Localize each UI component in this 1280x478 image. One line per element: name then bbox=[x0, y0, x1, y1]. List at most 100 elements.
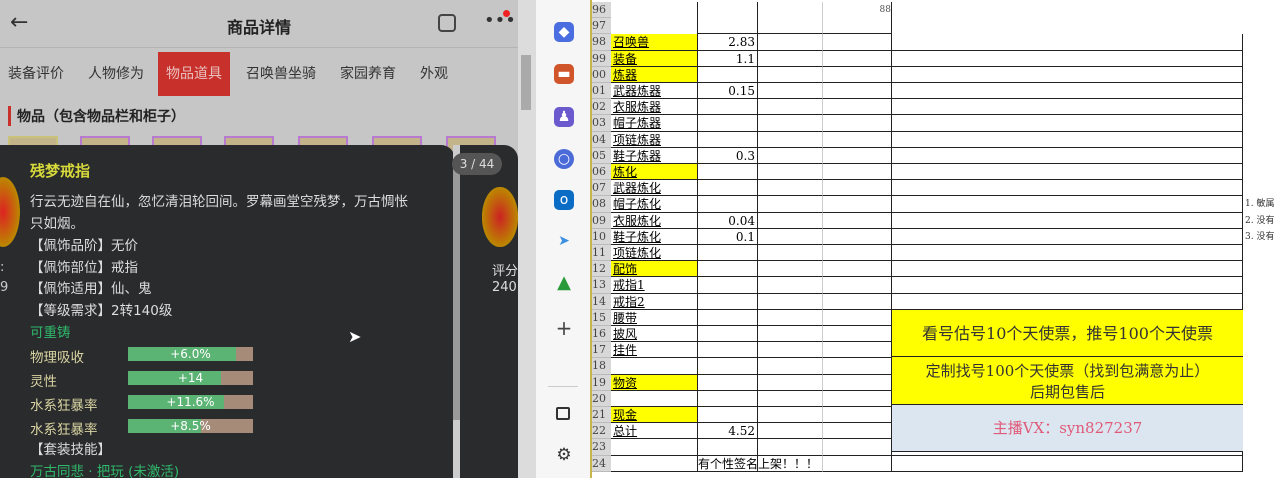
row-header[interactable]: 05 bbox=[592, 147, 611, 164]
row-header[interactable]: 16 bbox=[592, 326, 611, 343]
outlook-icon[interactable]: o bbox=[554, 190, 574, 210]
people-icon[interactable]: ♟ bbox=[554, 107, 574, 127]
cell-value[interactable]: 有个性签名上架！！！ bbox=[697, 455, 818, 472]
cell-label[interactable]: 挂件 bbox=[611, 342, 697, 359]
cell[interactable] bbox=[822, 83, 892, 100]
cell[interactable] bbox=[757, 99, 822, 116]
cell[interactable] bbox=[822, 277, 892, 294]
cell-value[interactable] bbox=[697, 261, 757, 278]
cell[interactable] bbox=[822, 439, 892, 456]
cell-value[interactable]: 0.3 bbox=[697, 147, 757, 164]
cell[interactable] bbox=[757, 374, 822, 391]
cell[interactable] bbox=[892, 277, 1243, 294]
plus-icon[interactable]: + bbox=[554, 318, 574, 338]
cell[interactable] bbox=[822, 212, 892, 229]
cell-label[interactable]: 炼器 bbox=[611, 66, 697, 83]
cell[interactable] bbox=[757, 196, 822, 213]
cell[interactable] bbox=[822, 293, 892, 310]
cell[interactable] bbox=[757, 407, 822, 424]
row-header[interactable]: 14 bbox=[592, 293, 611, 310]
cell[interactable] bbox=[822, 455, 892, 472]
row-header[interactable]: 23 bbox=[592, 439, 611, 456]
cell-value[interactable] bbox=[697, 342, 757, 359]
send-icon[interactable]: ➤ bbox=[554, 231, 574, 251]
spreadsheet[interactable]: 96 88 97 98 召唤兽 2.83 99 装备 1.1 00 炼器 01 武… bbox=[592, 0, 1280, 478]
tab-items[interactable]: 物品道具 bbox=[158, 52, 230, 96]
cell[interactable] bbox=[757, 212, 822, 229]
scrollbar-thumb[interactable] bbox=[521, 55, 531, 110]
cell-label[interactable] bbox=[611, 391, 697, 407]
cell[interactable] bbox=[757, 147, 822, 164]
cell-value[interactable] bbox=[697, 358, 757, 375]
cell[interactable] bbox=[822, 358, 892, 375]
row-header[interactable]: 06 bbox=[592, 164, 611, 181]
cell-value[interactable] bbox=[697, 180, 757, 197]
row-header[interactable]: 24 bbox=[592, 455, 611, 472]
cell[interactable] bbox=[822, 131, 892, 148]
cell[interactable] bbox=[757, 277, 822, 294]
cell[interactable] bbox=[757, 83, 822, 100]
row-header[interactable]: 15 bbox=[592, 309, 611, 326]
row-header[interactable]: 07 bbox=[592, 180, 611, 197]
cell-label[interactable]: 戒指2 bbox=[611, 294, 697, 310]
page-scrollbar[interactable] bbox=[518, 0, 536, 478]
row-header[interactable]: 13 bbox=[592, 277, 611, 294]
tag-icon[interactable]: ◆ bbox=[554, 22, 574, 42]
cell[interactable] bbox=[892, 131, 1243, 148]
cell-value[interactable] bbox=[697, 277, 757, 294]
row-header[interactable]: 08 bbox=[592, 196, 611, 213]
cell[interactable] bbox=[892, 228, 1243, 245]
cell[interactable] bbox=[757, 293, 822, 310]
cell[interactable] bbox=[757, 358, 822, 375]
cell[interactable] bbox=[757, 390, 822, 407]
cell[interactable] bbox=[822, 196, 892, 213]
cell[interactable] bbox=[822, 245, 892, 262]
cell[interactable] bbox=[822, 147, 892, 164]
share-icon[interactable] bbox=[438, 14, 456, 32]
cell-label[interactable]: 项链炼器 bbox=[611, 132, 697, 148]
row-header[interactable]: 20 bbox=[592, 390, 611, 407]
cell-value[interactable] bbox=[697, 245, 757, 262]
cell[interactable] bbox=[822, 66, 892, 83]
cell[interactable] bbox=[822, 390, 892, 407]
cell-label[interactable] bbox=[611, 18, 697, 34]
row-header[interactable]: 19 bbox=[592, 374, 611, 391]
cell-value[interactable] bbox=[697, 326, 757, 343]
cell-value[interactable] bbox=[697, 66, 757, 83]
cell-value[interactable]: 0.1 bbox=[697, 228, 757, 245]
cell[interactable] bbox=[892, 50, 1243, 67]
tab-summons-mounts[interactable]: 召唤兽坐骑 bbox=[238, 52, 324, 96]
row-header[interactable]: 04 bbox=[592, 131, 611, 148]
cell-label[interactable]: 披风 bbox=[611, 326, 697, 343]
cell[interactable] bbox=[892, 261, 1243, 278]
cell[interactable] bbox=[822, 342, 892, 359]
cell-value[interactable] bbox=[697, 115, 757, 132]
cell[interactable] bbox=[757, 423, 822, 440]
settings-icon[interactable]: ⚙ bbox=[554, 445, 574, 465]
row-header[interactable]: 17 bbox=[592, 342, 611, 359]
cell[interactable] bbox=[757, 342, 822, 359]
cell[interactable] bbox=[822, 407, 892, 424]
cell[interactable] bbox=[757, 18, 822, 35]
cell-label[interactable] bbox=[611, 456, 697, 472]
cell[interactable] bbox=[822, 180, 892, 197]
cell[interactable] bbox=[757, 455, 822, 472]
cell[interactable] bbox=[892, 293, 1243, 310]
toolbox-icon[interactable]: ▬ bbox=[554, 64, 574, 84]
cell[interactable] bbox=[892, 196, 1243, 213]
cell-label[interactable]: 配饰 bbox=[611, 261, 697, 278]
cell[interactable] bbox=[892, 34, 1243, 51]
cell[interactable] bbox=[757, 50, 822, 67]
cell[interactable] bbox=[892, 245, 1243, 262]
more-icon[interactable]: ••• bbox=[484, 10, 516, 31]
cell-value[interactable] bbox=[697, 164, 757, 181]
cell-value[interactable] bbox=[697, 390, 757, 407]
panel-icon[interactable] bbox=[556, 407, 570, 420]
cell-value[interactable]: 0.04 bbox=[697, 212, 757, 229]
cell-label[interactable]: 戒指1 bbox=[611, 277, 697, 294]
cell-label[interactable]: 召唤兽 bbox=[611, 34, 697, 51]
cell[interactable] bbox=[822, 115, 892, 132]
cell[interactable]: 88 bbox=[822, 2, 892, 19]
row-header[interactable]: 00 bbox=[592, 66, 611, 83]
cell[interactable] bbox=[757, 228, 822, 245]
